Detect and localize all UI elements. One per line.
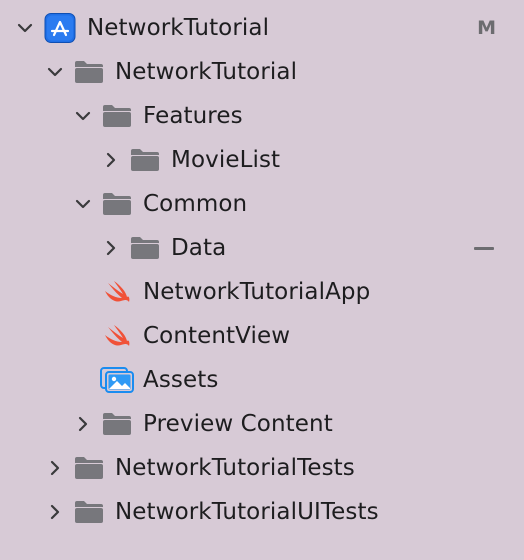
chevron-right-icon[interactable] xyxy=(74,415,92,433)
folder-icon xyxy=(101,410,133,438)
folder-icon xyxy=(101,102,133,130)
folder-icon xyxy=(73,498,105,526)
swift-file-icon xyxy=(101,321,133,351)
tree-label: NetworkTutorial xyxy=(115,59,298,85)
tree-row-common[interactable]: Common xyxy=(0,182,524,226)
chevron-right-icon[interactable] xyxy=(102,151,120,169)
chevron-right-icon[interactable] xyxy=(102,239,120,257)
tree-row-features[interactable]: Features xyxy=(0,94,524,138)
tree-row-content-view[interactable]: ContentView xyxy=(0,314,524,358)
tree-label: ContentView xyxy=(143,323,291,349)
status-badge-modified: M xyxy=(477,17,496,39)
swift-file-icon xyxy=(101,277,133,307)
tree-label: NetworkTutorialApp xyxy=(143,279,371,305)
tree-row-project[interactable]: NetworkTutorial M xyxy=(0,6,524,50)
chevron-right-icon[interactable] xyxy=(46,503,64,521)
tree-label: Assets xyxy=(143,367,219,393)
tree-row-data[interactable]: Data xyxy=(0,226,524,270)
tree-row-ui-tests[interactable]: NetworkTutorialUITests xyxy=(0,490,524,534)
tree-label: Features xyxy=(143,103,243,129)
chevron-right-icon[interactable] xyxy=(46,459,64,477)
folder-icon xyxy=(73,58,105,86)
tree-label: Preview Content xyxy=(143,411,333,437)
tree-label: MovieList xyxy=(171,147,281,173)
tree-row-tests[interactable]: NetworkTutorialTests xyxy=(0,446,524,490)
tree-label: NetworkTutorialUITests xyxy=(115,499,379,525)
tree-label: NetworkTutorialTests xyxy=(115,455,355,481)
tree-label: Data xyxy=(171,235,227,261)
chevron-down-icon[interactable] xyxy=(16,19,34,37)
folder-icon xyxy=(101,190,133,218)
status-badge-removed xyxy=(474,247,494,250)
tree-row-app-folder[interactable]: NetworkTutorial xyxy=(0,50,524,94)
folder-icon xyxy=(129,146,161,174)
chevron-down-icon[interactable] xyxy=(74,107,92,125)
tree-row-movielist[interactable]: MovieList xyxy=(0,138,524,182)
tree-row-app-file[interactable]: NetworkTutorialApp xyxy=(0,270,524,314)
tree-label: NetworkTutorial xyxy=(87,15,270,41)
folder-icon xyxy=(129,234,161,262)
folder-icon xyxy=(73,454,105,482)
xcode-project-icon xyxy=(44,13,76,43)
asset-catalog-icon xyxy=(99,365,135,395)
chevron-down-icon[interactable] xyxy=(46,63,64,81)
chevron-down-icon[interactable] xyxy=(74,195,92,213)
tree-label: Common xyxy=(143,191,248,217)
tree-row-assets[interactable]: Assets xyxy=(0,358,524,402)
project-navigator: NetworkTutorial M NetworkTutorial Featur… xyxy=(0,0,524,560)
tree-row-preview-content[interactable]: Preview Content xyxy=(0,402,524,446)
